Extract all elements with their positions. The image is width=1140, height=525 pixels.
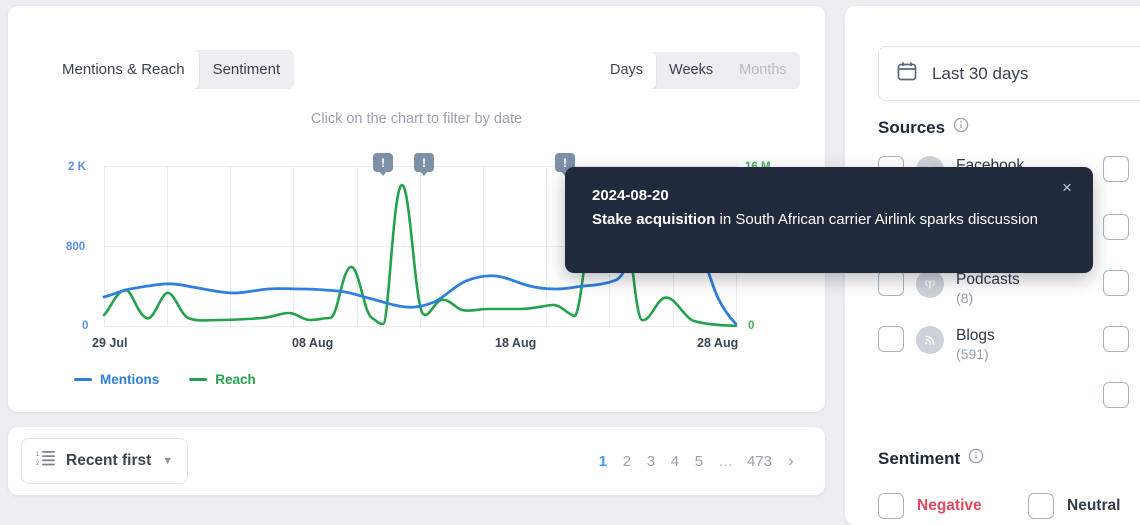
tab-months: Months	[739, 62, 787, 78]
sentiment-label: Neutral	[1067, 497, 1121, 514]
source-checkbox[interactable]	[878, 326, 904, 352]
source-checkbox[interactable]	[1103, 156, 1129, 182]
sentiment-checkbox[interactable]	[1028, 493, 1054, 519]
date-range-label: Last 30 days	[932, 63, 1029, 83]
sources-section-title: Sources	[878, 117, 969, 138]
x-axis-tick-label: 28 Aug	[697, 336, 739, 350]
event-marker-icon[interactable]: !	[414, 153, 434, 172]
sentiment-option-negative[interactable]: Negative	[878, 493, 982, 519]
chart-view-tabs: Mentions & Reach Sentiment	[48, 50, 295, 89]
legend-swatch-icon	[189, 378, 208, 381]
chevron-down-icon: ▼	[162, 455, 174, 467]
tab-mentions-and-reach[interactable]: Mentions & Reach	[48, 50, 199, 89]
svg-text:2: 2	[36, 461, 40, 467]
sentiment-label: Negative	[917, 497, 982, 514]
event-marker-icon[interactable]: !	[373, 153, 393, 172]
source-count: (8)	[956, 290, 974, 307]
source-row-podcasts[interactable]: Podcasts (8)	[878, 270, 1020, 308]
calendar-icon	[896, 60, 918, 87]
x-axis-tick-label: 08 Aug	[292, 336, 334, 350]
ordered-list-icon: 1 2	[36, 450, 55, 472]
chart-header: Mentions & Reach Sentiment Days Weeks Mo…	[8, 6, 825, 127]
rss-icon	[916, 326, 944, 354]
sentiment-checkbox[interactable]	[878, 493, 904, 519]
close-icon[interactable]: ×	[1057, 178, 1077, 198]
info-icon[interactable]	[953, 117, 969, 138]
chart-legend: Mentions Reach	[74, 372, 256, 387]
source-count: (591)	[956, 346, 989, 363]
svg-text:1: 1	[36, 452, 40, 458]
x-axis-tick-label: 29 Jul	[92, 336, 128, 350]
page-5-button[interactable]: 5	[687, 449, 711, 474]
tooltip-headline-rest: in South African carrier Airlink sparks …	[715, 211, 1039, 229]
page-4-button[interactable]: 4	[663, 449, 687, 474]
x-axis-tick-label: 18 Aug	[495, 336, 537, 350]
sentiment-section-title: Sentiment	[878, 448, 984, 469]
chart-hint: Click on the chart to filter by date	[310, 111, 523, 127]
legend-label: Mentions	[100, 372, 160, 387]
date-range-filter[interactable]: Last 30 days	[878, 46, 1140, 101]
tab-days[interactable]: Days	[597, 52, 657, 89]
source-checkbox[interactable]	[878, 270, 904, 296]
tooltip-headline: Stake acquisition in South African carri…	[592, 209, 1047, 231]
pagination-next-icon[interactable]: ›	[779, 447, 803, 475]
legend-label: Reach	[215, 372, 256, 387]
legend-swatch-icon	[74, 378, 92, 381]
legend-item-mentions[interactable]: Mentions	[74, 372, 159, 387]
source-checkbox[interactable]	[1103, 270, 1129, 296]
chart-event-tooltip[interactable]: 2024-08-20 Stake acquisition in South Af…	[565, 167, 1093, 273]
legend-item-reach[interactable]: Reach	[189, 372, 256, 387]
source-checkbox[interactable]	[1103, 326, 1129, 352]
tab-sentiment[interactable]: Sentiment	[199, 50, 295, 89]
sort-dropdown-label: Recent first	[66, 452, 152, 469]
pagination-ellipsis: …	[717, 452, 733, 470]
tooltip-date: 2024-08-20	[592, 187, 669, 204]
granularity-tabs: Days Weeks Months	[597, 52, 800, 89]
sort-dropdown[interactable]: 1 2 Recent first ▼	[21, 438, 189, 484]
podcast-icon	[916, 270, 944, 298]
page-last-button[interactable]: 473	[740, 449, 779, 474]
source-row-blogs[interactable]: Blogs (591)	[878, 326, 995, 364]
source-checkbox[interactable]	[1103, 382, 1129, 408]
sentiment-option-neutral[interactable]: Neutral	[1028, 493, 1120, 519]
page-3-button[interactable]: 3	[639, 449, 663, 474]
app-background: Mentions & Reach Sentiment Days Weeks Mo…	[0, 0, 1140, 525]
source-name: Blogs	[956, 327, 995, 344]
list-toolbar-card: 1 2 Recent first ▼ 1 2 3 4 5 … 473 ›	[8, 427, 825, 495]
source-checkbox[interactable]	[1103, 214, 1129, 240]
tooltip-headline-bold: Stake acquisition	[592, 211, 716, 229]
tab-weeks[interactable]: Weeks	[656, 52, 726, 89]
pagination: 1 2 3 4 5 … 473 ›	[591, 447, 803, 475]
page-1-button[interactable]: 1	[591, 449, 615, 474]
page-2-button[interactable]: 2	[615, 449, 639, 474]
info-icon[interactable]	[968, 448, 984, 469]
